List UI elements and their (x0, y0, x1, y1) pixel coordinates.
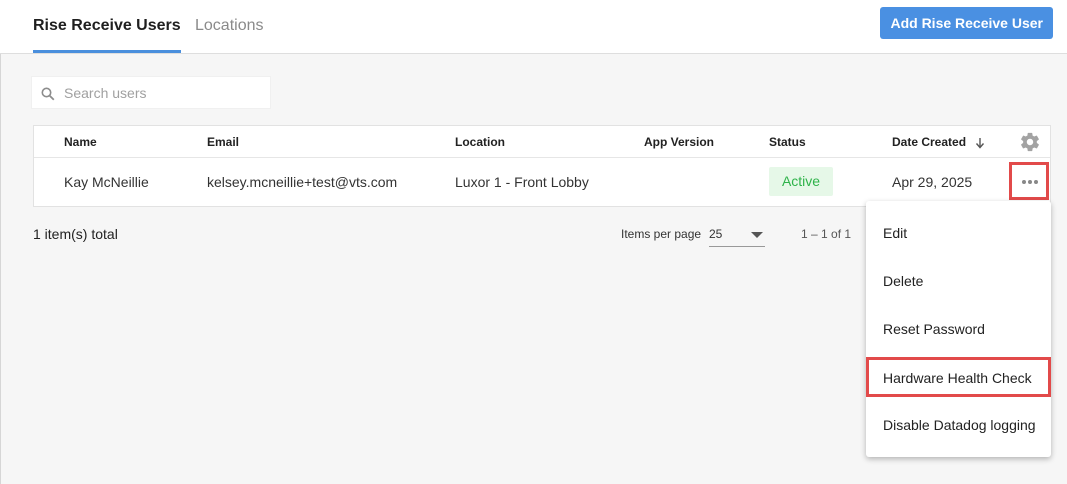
pagination-range: 1 – 1 of 1 (801, 227, 852, 241)
active-tab-indicator (33, 50, 181, 53)
top-navigation: Rise Receive Users Locations Add Rise Re… (0, 0, 1067, 54)
cell-email: kelsey.mcneillie+test@vts.com (207, 174, 398, 190)
users-table: Name Email Location App Version Status D… (33, 125, 1051, 207)
menu-item-edit[interactable]: Edit (866, 209, 1051, 257)
gear-icon[interactable] (1019, 131, 1041, 153)
search-icon (41, 87, 55, 101)
column-header-name[interactable]: Name (64, 126, 97, 158)
column-header-date-created[interactable]: Date Created (892, 126, 985, 158)
status-badge: Active (769, 167, 833, 196)
column-header-email[interactable]: Email (207, 126, 239, 158)
row-actions-button[interactable] (1009, 162, 1049, 200)
column-header-label: Date Created (892, 135, 967, 149)
menu-item-delete[interactable]: Delete (866, 257, 1051, 305)
more-horizontal-icon (1022, 180, 1026, 184)
search-box (31, 76, 271, 109)
left-border (0, 0, 1, 484)
more-horizontal-icon (1028, 180, 1032, 184)
items-per-page-label: Items per page (621, 227, 702, 241)
menu-item-reset-password[interactable]: Reset Password (866, 305, 1051, 353)
column-header-location[interactable]: Location (455, 126, 505, 158)
cell-location: Luxor 1 - Front Lobby (455, 174, 589, 190)
menu-item-disable-datadog-logging[interactable]: Disable Datadog logging (866, 401, 1051, 449)
items-total: 1 item(s) total (33, 226, 118, 242)
add-rise-receive-user-button[interactable]: Add Rise Receive User (880, 7, 1053, 39)
items-per-page-select[interactable]: 25 (709, 223, 765, 247)
sort-descending-icon (976, 137, 985, 149)
cell-name: Kay McNeillie (64, 174, 149, 190)
column-header-status[interactable]: Status (769, 126, 806, 158)
row-actions-menu: Edit Delete Reset Password Hardware Heal… (866, 201, 1051, 457)
menu-item-hardware-health-check[interactable]: Hardware Health Check (866, 357, 1051, 397)
cell-date-created: Apr 29, 2025 (892, 174, 973, 190)
tab-rise-receive-users[interactable]: Rise Receive Users (33, 0, 181, 53)
search-input[interactable] (62, 77, 267, 108)
tab-locations[interactable]: Locations (195, 0, 264, 53)
tab-label: Rise Receive Users (33, 17, 181, 34)
column-header-app-version[interactable]: App Version (644, 126, 714, 158)
more-horizontal-icon (1034, 180, 1038, 184)
items-per-page-value: 25 (709, 227, 723, 241)
chevron-down-icon (751, 232, 763, 238)
tab-label: Locations (195, 17, 264, 34)
